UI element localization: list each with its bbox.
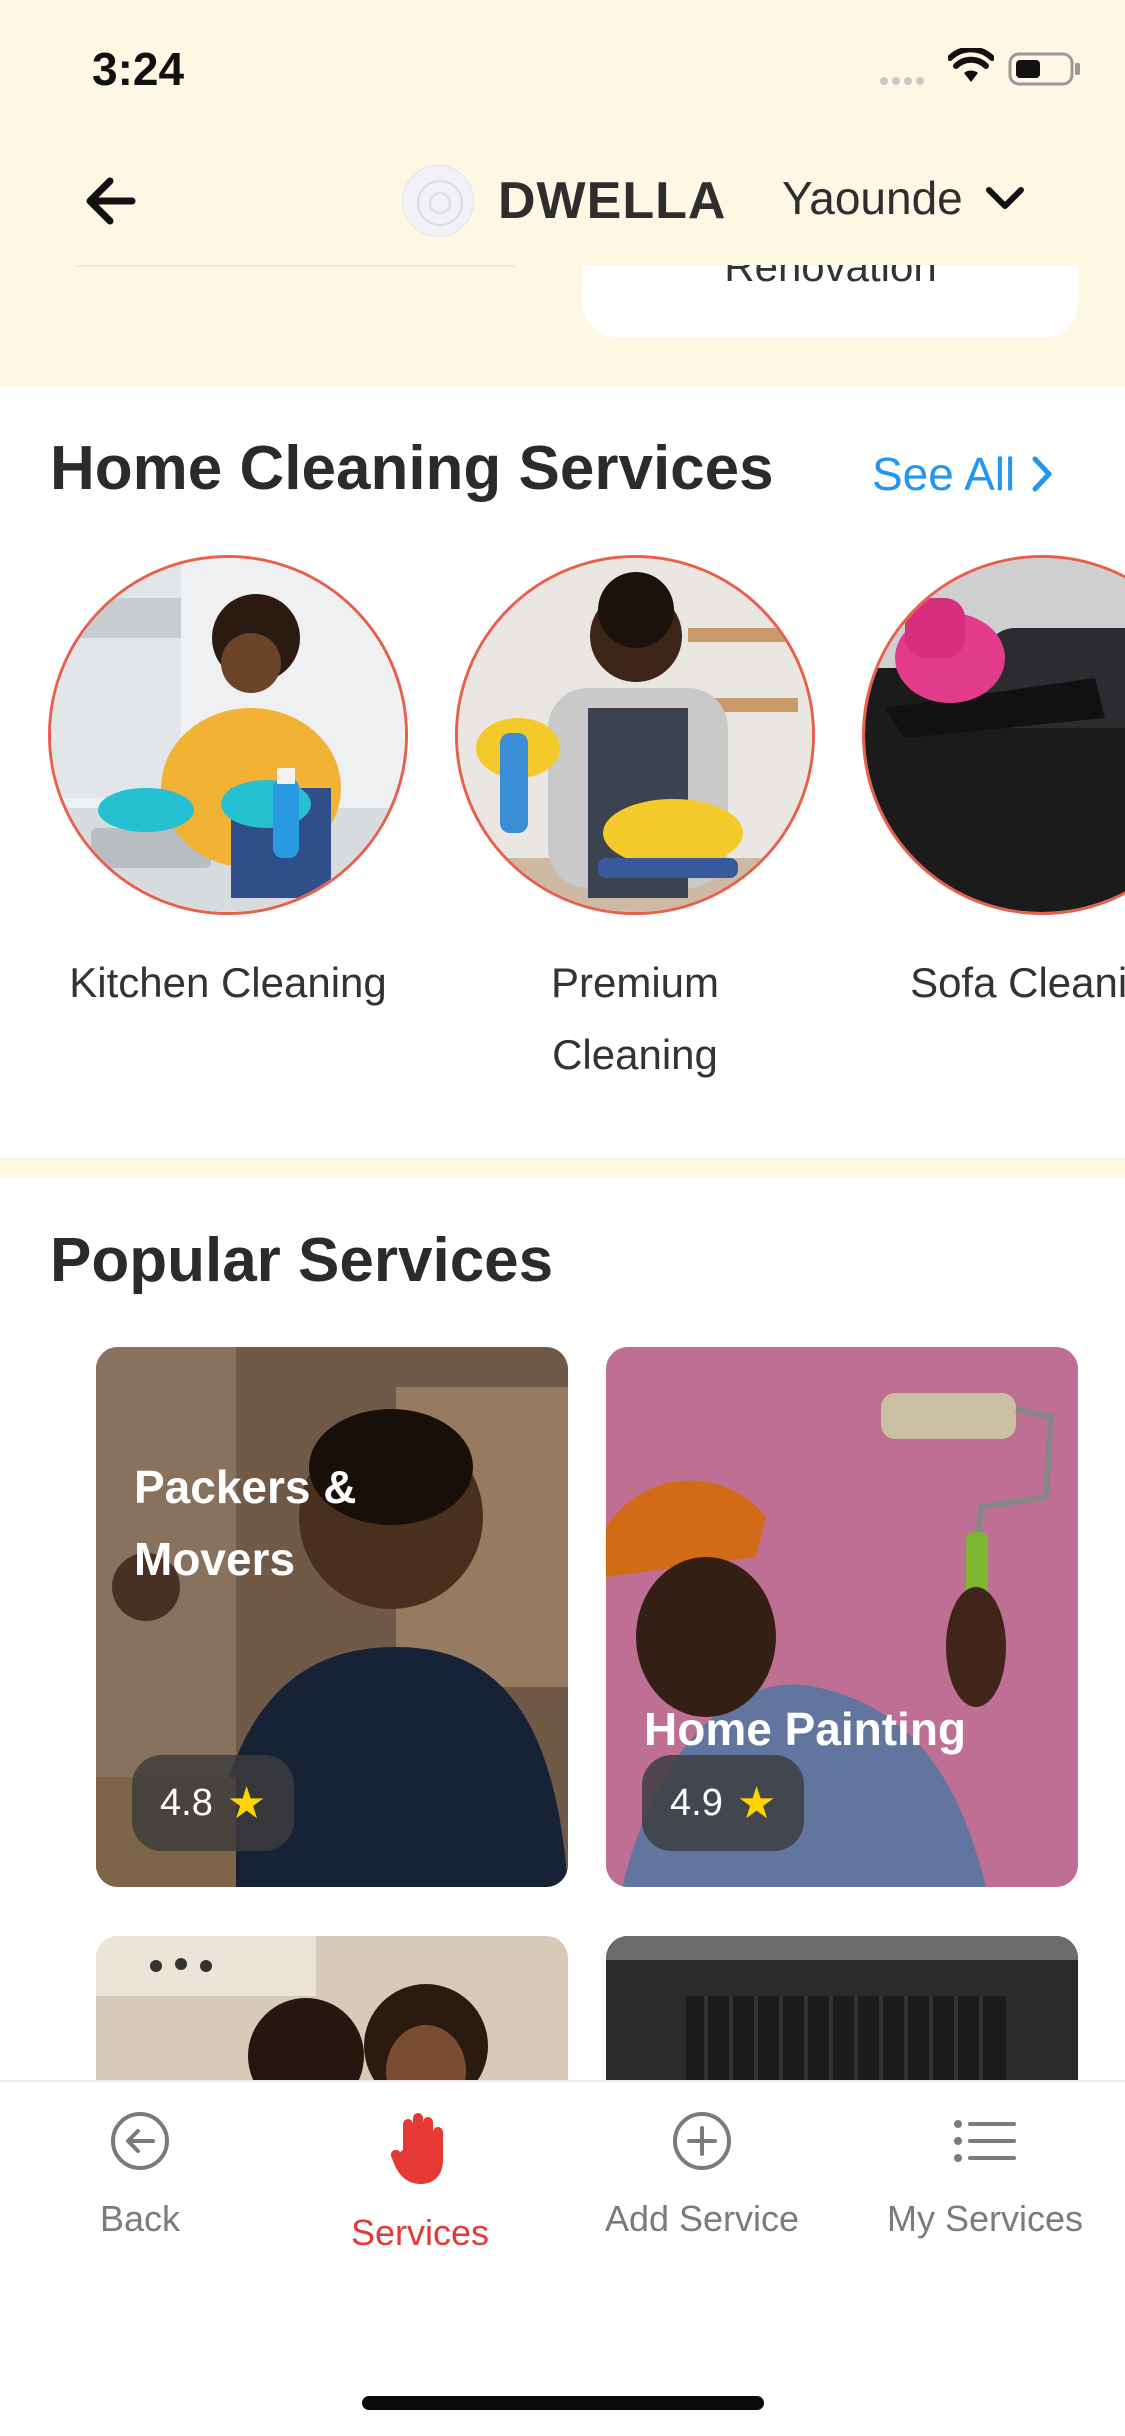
home-cleaning-section: Home Cleaning Services See All Kitchen C… — [0, 387, 1125, 1157]
brand-name: DWELLA — [498, 172, 727, 230]
rating-value: 4.8 — [160, 1781, 213, 1824]
chevron-down-icon — [985, 187, 1024, 209]
popular-card-packers-movers[interactable]: Packers & Movers 4.8 ★ — [96, 1347, 568, 1887]
star-icon: ★ — [736, 1778, 777, 1828]
chevron-right-icon — [1032, 456, 1052, 492]
back-arrow-icon[interactable] — [80, 169, 150, 233]
popular-card-title: Packers & Movers — [134, 1461, 357, 1585]
sofa-cleaning-photo — [862, 555, 1125, 915]
city-selector[interactable]: Yaounde — [782, 171, 1025, 225]
popular-card-home-painting[interactable]: Home Painting 4.9 ★ — [606, 1347, 1078, 1887]
cleaning-item-label: Kitchen Cleaning — [69, 959, 387, 1006]
app-header: DWELLA Yaounde — [0, 135, 1125, 265]
category-card-label: Renovation — [724, 265, 937, 290]
kitchen-cleaning-photo — [48, 555, 408, 915]
back-circle-icon — [111, 2112, 169, 2170]
home-indicator[interactable] — [362, 2396, 764, 2410]
app-screen: 3:24 DWELLA Yaounde Renovation Home Clea… — [0, 0, 1125, 2436]
cleaning-item-label: Premium Cleaning — [550, 959, 720, 1078]
hand-icon — [390, 2113, 443, 2184]
status-bar: 3:24 — [0, 0, 1125, 135]
cellular-signal-icon — [880, 72, 928, 90]
tab-add-service[interactable]: Add Service — [562, 2110, 842, 2240]
cleaning-item-premium[interactable]: Premium Cleaning — [450, 555, 820, 1091]
scrolled-category-row: Renovation — [0, 265, 1125, 385]
tab-label: Add Service — [604, 2198, 800, 2239]
tab-label: Services — [350, 2212, 490, 2253]
bottom-tab-bar: Back Services Add Service My Services — [0, 2080, 1125, 2336]
rating-badge: 4.8 ★ — [132, 1755, 295, 1851]
cleaning-item-kitchen[interactable]: Kitchen Cleaning — [43, 555, 413, 1019]
tab-my-services[interactable]: My Services — [845, 2110, 1125, 2240]
category-card-renovation[interactable]: Renovation — [583, 265, 1078, 337]
tab-label: Back — [99, 2198, 181, 2239]
star-icon: ★ — [226, 1778, 267, 1828]
section-title: Home Cleaning Services — [50, 434, 774, 503]
battery-icon — [1008, 52, 1080, 86]
rating-badge: 4.9 ★ — [642, 1755, 805, 1851]
brand-logo — [402, 165, 474, 237]
tab-back[interactable]: Back — [0, 2110, 280, 2240]
list-icon — [954, 2120, 1016, 2162]
section-title: Popular Services — [50, 1226, 554, 1295]
cleaning-item-label: Sofa Cleaning — [910, 959, 1125, 1006]
tab-label: My Services — [886, 2198, 1084, 2239]
cleaning-item-sofa[interactable]: Sofa Cleaning — [857, 555, 1125, 1019]
city-selector-label: Yaounde — [782, 172, 963, 224]
divider — [75, 265, 515, 267]
brand: DWELLA — [402, 165, 726, 237]
tab-services[interactable]: Services — [280, 2110, 560, 2254]
status-time: 3:24 — [92, 43, 185, 95]
see-all-link[interactable]: See All — [872, 447, 1053, 501]
see-all-label: See All — [872, 448, 1016, 500]
add-circle-icon — [673, 2112, 731, 2170]
premium-cleaning-photo — [455, 555, 815, 915]
wifi-icon — [948, 48, 994, 82]
rating-value: 4.9 — [670, 1781, 723, 1824]
